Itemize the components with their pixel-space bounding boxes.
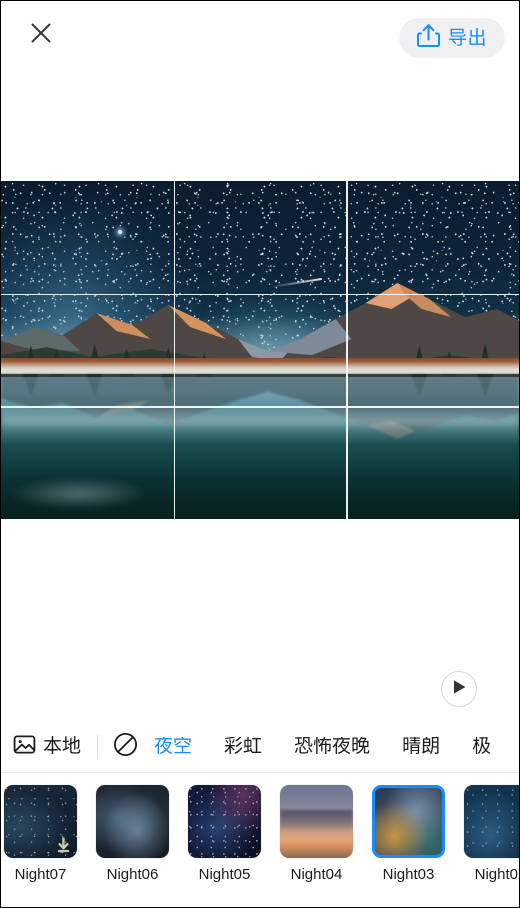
tab-rainbow[interactable]: 彩虹 (208, 737, 278, 756)
top-bar: 导出 (1, 1, 519, 79)
no-effect-icon (113, 732, 138, 762)
local-source-button[interactable]: 本地 (13, 733, 81, 761)
bright-star (117, 230, 122, 234)
thumbnail-image (372, 785, 445, 858)
thumbnail-label: Night05 (198, 866, 251, 883)
local-source-label: 本地 (43, 736, 82, 757)
no-effect-button[interactable] (112, 732, 138, 762)
photo-canvas (1, 181, 519, 519)
share-upload-icon (416, 23, 440, 53)
close-button[interactable] (19, 11, 63, 55)
thumbnail-label: Night07 (14, 866, 67, 883)
download-icon (56, 837, 71, 853)
tab-night-sky[interactable]: 夜空 (138, 737, 208, 756)
sky-preset-night03[interactable]: Night03 (372, 785, 445, 882)
thumbnail-label: Night04 (290, 866, 343, 883)
sky-preset-night04[interactable]: Night04 (280, 785, 353, 882)
play-icon (452, 679, 467, 700)
sky-preset-night05[interactable]: Night05 (188, 785, 261, 882)
thumbnail-image (464, 785, 519, 858)
export-button[interactable]: 导出 (398, 18, 505, 58)
tab-aurora-partial[interactable]: 极 (456, 737, 507, 756)
sky-preset-strip[interactable]: Night07 Night06 Night05 Night04 Night03 … (1, 773, 519, 907)
thumbnail-image (280, 785, 353, 858)
thumbnail-image (4, 785, 77, 858)
thumbnail-label: Night03 (382, 866, 435, 883)
water-cloud-reflection (11, 478, 147, 509)
water-sheen (1, 404, 519, 445)
thumbnail-image (188, 785, 261, 858)
photo-icon (13, 733, 36, 761)
shoreline-band (1, 358, 519, 374)
tab-scary-night[interactable]: 恐怖夜晚 (278, 737, 386, 756)
tab-clear-sky[interactable]: 晴朗 (386, 737, 456, 756)
sky-preset-night02[interactable]: Night02 (464, 785, 519, 882)
tabbar-divider (97, 734, 99, 759)
thumbnail-image (96, 785, 169, 858)
close-icon (28, 20, 54, 46)
thumbnail-label: Night02 (474, 866, 519, 883)
export-label: 导出 (447, 27, 487, 49)
sky-preset-night06[interactable]: Night06 (96, 785, 169, 882)
preview-photo[interactable] (1, 181, 519, 519)
play-preview-button[interactable] (441, 671, 477, 707)
sky-preset-night07[interactable]: Night07 (4, 785, 77, 882)
preview-stage[interactable] (1, 79, 519, 721)
thumbnail-label: Night06 (106, 866, 159, 883)
sky-replace-editor-screen: 导出 本地 夜空 彩虹 恐怖夜晚 晴朗 极 Night07 Night06 Ni… (0, 0, 520, 908)
effect-tab-list[interactable]: 夜空 彩虹 恐怖夜晚 晴朗 极 (138, 737, 519, 756)
effect-category-bar: 本地 夜空 彩虹 恐怖夜晚 晴朗 极 (1, 721, 519, 773)
